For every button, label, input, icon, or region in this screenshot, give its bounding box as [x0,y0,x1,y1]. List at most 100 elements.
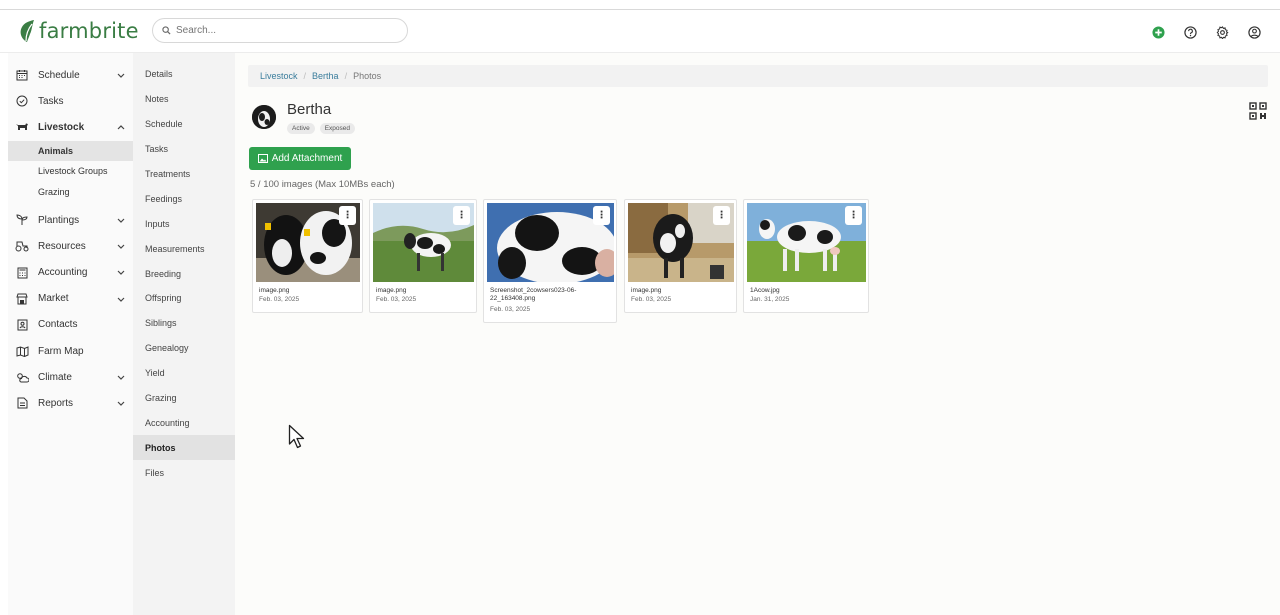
photo-menu-button[interactable]: ⋮ [339,206,356,225]
sidebar-item-label: Schedule [38,69,80,81]
photo-date: Jan. 31, 2025 [750,296,790,303]
calculator-icon [15,266,29,280]
subnav-offspring[interactable]: Offspring [133,286,235,311]
sidebar-item-accounting[interactable]: Accounting [8,259,133,285]
sidebar-item-label: Resources [38,240,86,252]
brand-name: farmbrite [39,19,139,43]
subnav-photos[interactable]: Photos [133,435,235,461]
sidebar-subitem-grazing[interactable]: Grazing [8,182,133,203]
subnav-feedings[interactable]: Feedings [133,186,235,211]
subnav-tasks[interactable]: Tasks [133,137,235,162]
subnav-notes[interactable]: Notes [133,87,235,112]
check-circle-icon [15,94,29,108]
sidebar-item-reports[interactable]: Reports [8,390,133,416]
sidebar-item-label: Livestock [38,121,85,133]
sidebar-item-market[interactable]: Market [8,286,133,312]
photo-date: Feb. 03, 2025 [259,296,300,303]
sidebar-item-label: Climate [38,371,72,383]
subnav-inputs[interactable]: Inputs [133,211,235,236]
sidebar-item-plantings[interactable]: Plantings [8,207,133,233]
chevron-down-icon [117,294,125,304]
photo-menu-button[interactable]: ⋮ [593,206,610,225]
avatar [252,105,276,129]
qr-code-icon[interactable] [1249,102,1267,125]
sidebar-item-livestock[interactable]: Livestock [8,114,133,140]
sidebar-subitem-animals[interactable]: Animals [8,140,133,162]
photo-filename-line: Screenshot_2cowsers023-06- [490,287,577,294]
status-badge-active: Active [287,123,315,134]
breadcrumb-livestock[interactable]: Livestock [260,71,298,81]
image-icon [257,154,268,163]
photo-menu-button[interactable]: ⋮ [713,206,730,225]
sidebar-item-contacts[interactable]: Contacts [8,312,133,338]
breadcrumb: Livestock / Bertha / Photos [248,65,1268,87]
tractor-icon [15,239,29,253]
breadcrumb-separator: / [303,71,307,81]
subnav-siblings[interactable]: Siblings [133,311,235,336]
animal-subnav: Details Notes Schedule Tasks Treatments … [133,53,235,615]
search-icon [162,26,171,35]
mouse-pointer-icon [288,424,306,455]
search-input[interactable] [176,25,376,36]
subnav-genealogy[interactable]: Genealogy [133,336,235,361]
top-bar: farmbrite [0,9,1280,53]
sidebar-item-label: Market [38,293,69,305]
subnav-treatments[interactable]: Treatments [133,162,235,187]
subnav-breeding[interactable]: Breeding [133,261,235,286]
sidebar-item-label: Plantings [38,214,80,226]
sidebar-item-label: Accounting [38,267,88,279]
search-box[interactable] [152,18,408,43]
farmbrite-logo[interactable]: farmbrite [18,19,139,43]
photo-card[interactable]: ⋮ image.png Feb. 03, 2025 [252,199,363,313]
gear-icon[interactable] [1213,23,1232,42]
photo-menu-button[interactable]: ⋮ [453,206,470,225]
photo-filename-line: 22_163408.png [490,295,536,302]
sprout-icon [15,213,29,227]
sidebar-item-label: Contacts [38,319,78,331]
image-count: 5 / 100 images (Max 10MBs each) [250,179,395,190]
photo-card[interactable]: ⋮ image.png Feb. 03, 2025 [369,199,477,313]
user-icon[interactable] [1245,23,1264,42]
status-badge-exposed: Exposed [319,123,355,134]
chevron-down-icon [117,398,125,408]
subnav-grazing[interactable]: Grazing [133,386,235,411]
subnav-files[interactable]: Files [133,460,235,485]
chevron-down-icon [117,70,125,80]
subnav-measurements[interactable]: Measurements [133,236,235,261]
photo-date: Feb. 03, 2025 [490,306,531,313]
photo-card[interactable]: ⋮ Screenshot_2cowsers023-06- 22_163408.p… [483,199,617,323]
page-title: Bertha [287,101,332,118]
breadcrumb-bertha[interactable]: Bertha [312,71,339,81]
photo-filename: image.png [259,287,290,294]
chevron-up-icon [117,122,125,132]
photo-card[interactable]: ⋮ image.png Feb. 03, 2025 [624,199,737,313]
chevron-down-icon [117,215,125,225]
help-icon[interactable] [1181,23,1200,42]
subnav-details[interactable]: Details [133,62,235,87]
main-sidebar: Schedule Tasks Livestock Animals Livesto… [8,53,133,615]
chevron-down-icon [117,267,125,277]
add-attachment-button[interactable]: Add Attachment [249,147,351,170]
sidebar-item-resources[interactable]: Resources [8,233,133,259]
subnav-schedule[interactable]: Schedule [133,112,235,137]
subnav-accounting[interactable]: Accounting [133,410,235,435]
photo-card[interactable]: ⋮ 1Acow.jpg Jan. 31, 2025 [743,199,869,313]
photo-filename: Screenshot_2cowsers023-06- 22_163408.png [490,287,614,303]
sidebar-subitem-livestock-groups[interactable]: Livestock Groups [8,161,133,182]
report-icon [15,396,29,410]
photo-menu-button[interactable]: ⋮ [845,206,862,225]
main-content: Livestock / Bertha / Photos Bertha Activ… [235,53,1280,615]
subnav-yield[interactable]: Yield [133,361,235,386]
sidebar-item-label: Tasks [38,95,64,107]
sidebar-item-label: Reports [38,397,74,409]
sidebar-item-farm-map[interactable]: Farm Map [8,338,133,364]
chevron-down-icon [117,372,125,382]
calendar-icon [15,68,29,82]
chevron-down-icon [117,241,125,251]
sidebar-item-climate[interactable]: Climate [8,364,133,390]
sidebar-item-tasks[interactable]: Tasks [8,88,133,114]
cow-icon [15,120,29,134]
map-icon [15,344,29,358]
sidebar-item-schedule[interactable]: Schedule [8,62,133,88]
plus-circle-icon[interactable] [1149,23,1168,42]
